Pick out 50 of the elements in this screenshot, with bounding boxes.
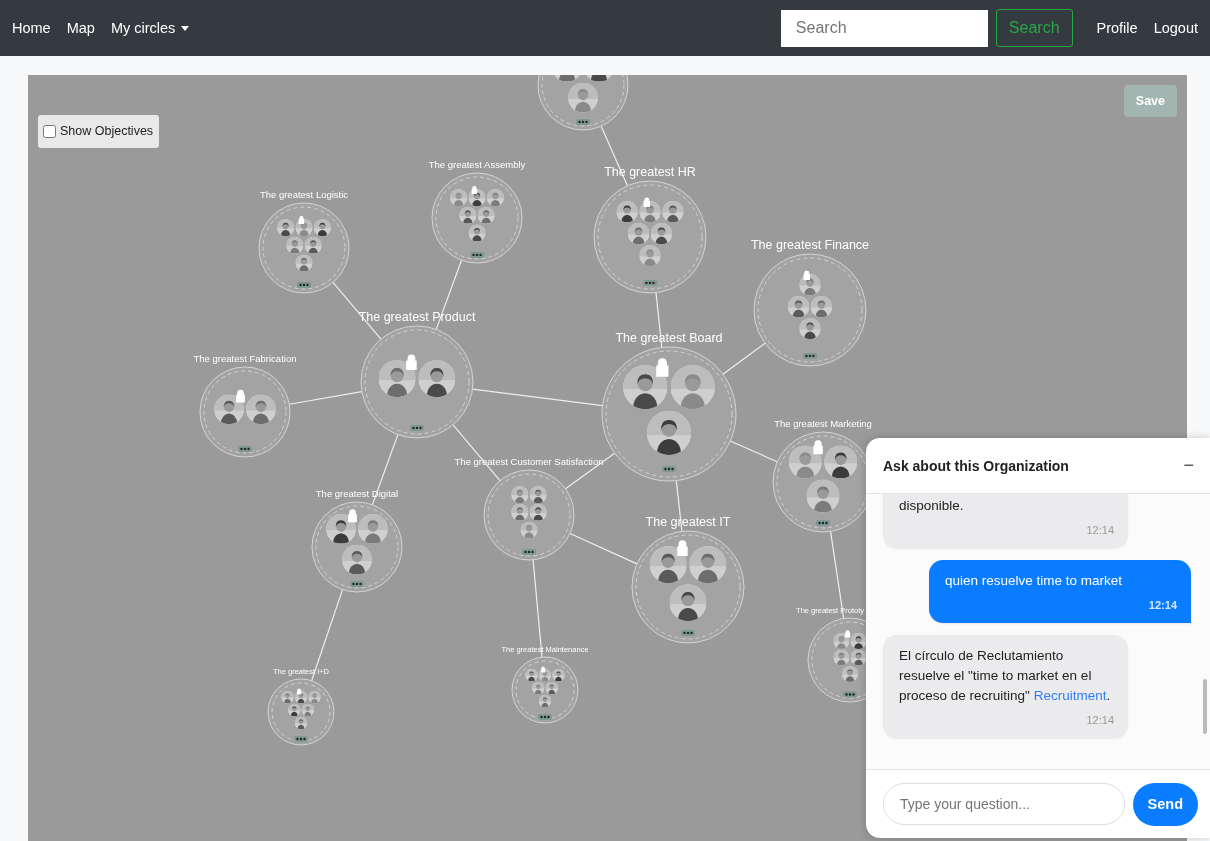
more-icon[interactable] xyxy=(294,736,308,743)
circle-title: The greatest HR xyxy=(604,165,696,179)
more-icon[interactable] xyxy=(470,251,484,258)
circle-title: The greatest Marketing xyxy=(774,418,872,429)
message-time: 12:14 xyxy=(1085,713,1114,728)
more-icon[interactable] xyxy=(238,445,252,452)
connector-line xyxy=(729,440,778,463)
scrollbar[interactable] xyxy=(1203,679,1207,734)
more-icon[interactable] xyxy=(576,118,590,125)
circle-title: The greatest Logistic xyxy=(259,189,349,200)
more-icon[interactable] xyxy=(538,714,552,721)
circle-title: The greatest IT xyxy=(645,515,731,529)
more-icon[interactable] xyxy=(410,424,424,431)
checkbox[interactable] xyxy=(43,124,56,138)
connector-line xyxy=(332,281,382,340)
more-icon[interactable] xyxy=(816,520,830,526)
connector-line xyxy=(569,532,638,565)
nav-dropdown[interactable]: My circles xyxy=(110,20,190,36)
message-time: 12:14 xyxy=(1147,598,1177,613)
message-text: quien resuelve time to market xyxy=(945,572,1124,590)
nav-link[interactable]: Map xyxy=(66,20,95,36)
circle-title: The greatest Fabrication xyxy=(193,353,297,364)
caret-icon xyxy=(181,25,190,31)
connector-line xyxy=(722,342,766,375)
search-button[interactable]: Search xyxy=(995,9,1073,47)
more-icon[interactable] xyxy=(662,465,676,472)
nav-link[interactable]: Home xyxy=(12,20,51,36)
more-icon[interactable] xyxy=(681,629,695,636)
message-text: disponible. xyxy=(899,497,965,515)
more-icon[interactable] xyxy=(803,352,817,359)
message-text: El círculo de Reclutamiento resuelve el "time to market en el proceso de recruiting" Recruitment. xyxy=(899,647,1112,705)
circle-title: The greatest Assembly xyxy=(428,159,526,170)
connector-line xyxy=(600,125,628,187)
send-button[interactable]: Send xyxy=(1132,782,1198,826)
more-icon[interactable] xyxy=(522,548,536,555)
connector-line xyxy=(371,434,399,506)
more-icon[interactable] xyxy=(643,279,657,286)
search-field[interactable]: Search xyxy=(780,9,988,47)
minimize-button[interactable]: − xyxy=(1179,455,1198,476)
question-field[interactable]: Type your question... xyxy=(883,783,1125,825)
chat-title: Ask about this Organization xyxy=(883,457,1069,474)
nav-link[interactable]: Logout xyxy=(1153,20,1198,36)
circle-title: The greatest Finance xyxy=(750,238,870,252)
objectives-toggle[interactable]: Show Objectives xyxy=(38,115,160,148)
more-icon[interactable] xyxy=(843,691,857,698)
message-time: 12:14 xyxy=(1085,523,1114,538)
more-icon[interactable] xyxy=(297,281,311,288)
more-icon[interactable] xyxy=(350,580,364,587)
circle-title: The greatest Board xyxy=(615,331,723,345)
nav-link[interactable]: Profile xyxy=(1096,20,1138,36)
